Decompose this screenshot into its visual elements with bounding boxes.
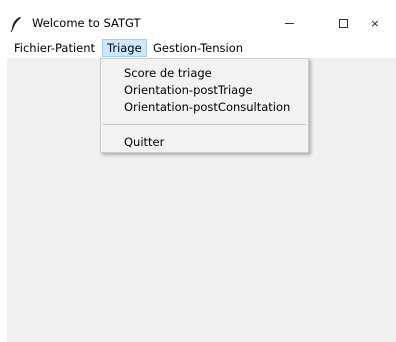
menu-gestion-tension[interactable]: Gestion-Tension	[149, 39, 247, 57]
app-window: Welcome to SATGT × Fichier-Patient Triag…	[7, 8, 396, 342]
window-title: Welcome to SATGT	[32, 16, 141, 30]
maximize-icon	[338, 18, 348, 28]
menu-separator	[103, 124, 306, 125]
menu-fichier-patient[interactable]: Fichier-Patient	[10, 39, 99, 57]
menu-bar: Fichier-Patient Triage Gestion-Tension	[7, 38, 396, 58]
close-icon: ×	[370, 16, 380, 30]
menu-item-score-de-triage[interactable]: Score de triage	[101, 65, 308, 82]
triage-dropdown-menu: Score de triage Orientation-postTriage O…	[100, 58, 309, 153]
menu-item-quitter[interactable]: Quitter	[101, 134, 308, 151]
minimize-button[interactable]	[268, 8, 310, 38]
feather-icon	[10, 17, 21, 32]
menu-item-orientation-postconsultation[interactable]: Orientation-postConsultation	[101, 99, 308, 116]
menu-item-orientation-posttriage[interactable]: Orientation-postTriage	[101, 82, 308, 99]
title-bar[interactable]: Welcome to SATGT ×	[7, 8, 396, 38]
minimize-icon	[284, 23, 294, 24]
close-button[interactable]: ×	[354, 8, 396, 38]
menu-triage[interactable]: Triage	[102, 39, 147, 57]
